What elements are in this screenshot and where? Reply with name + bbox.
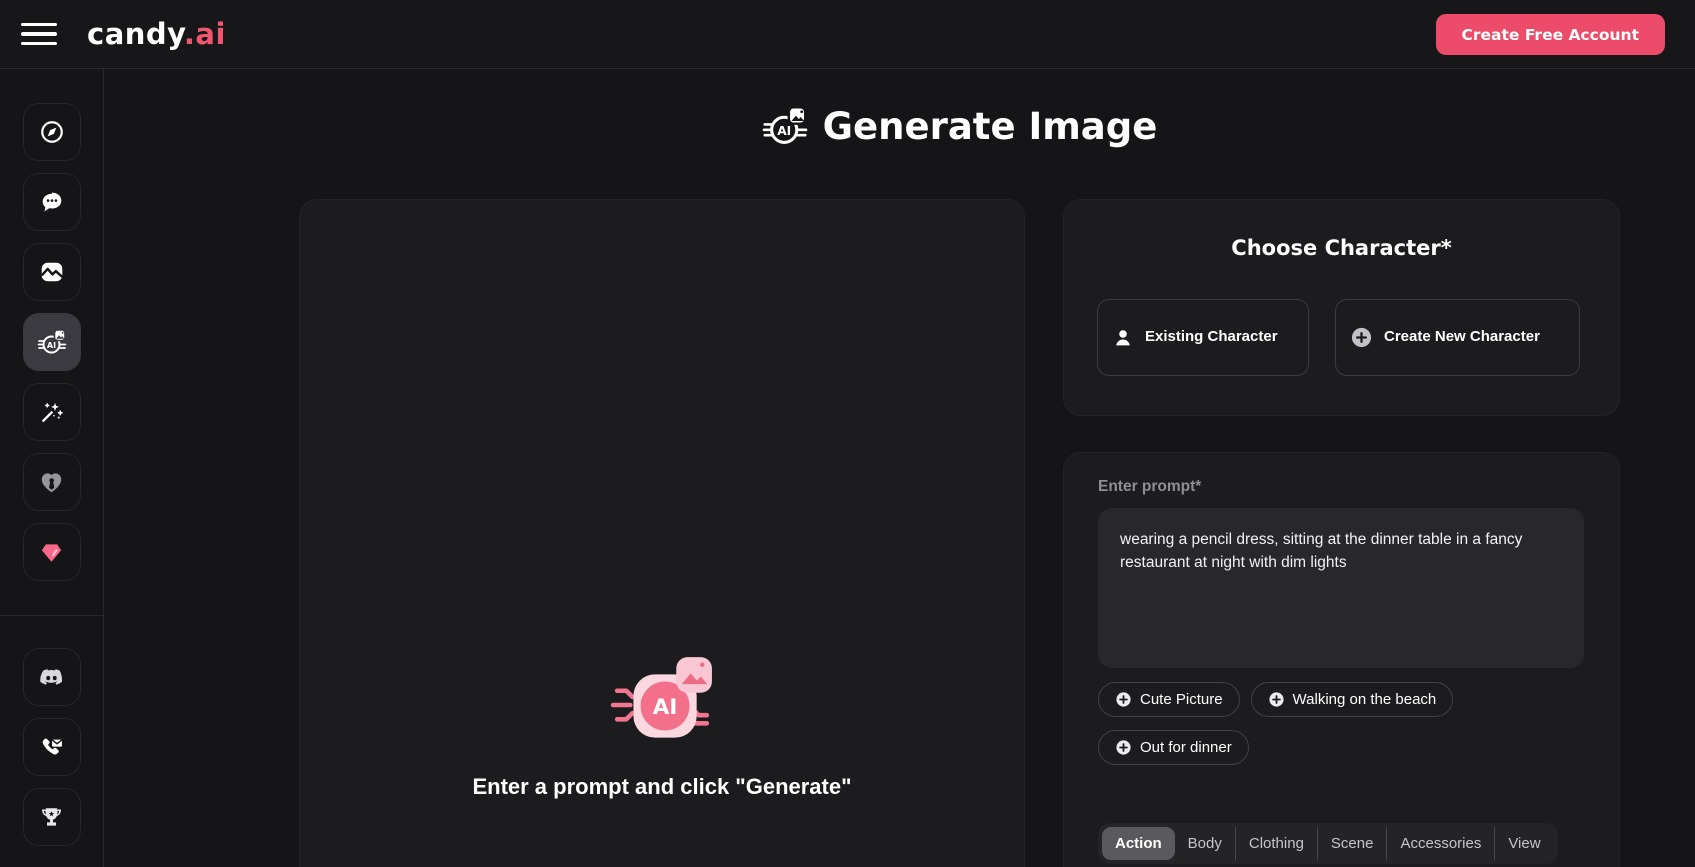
svg-text:AI: AI (777, 124, 791, 138)
menu-icon[interactable] (21, 19, 61, 49)
phone-mail-icon (42, 737, 64, 755)
plus-circle-icon (1268, 692, 1284, 707)
gallery-icon (40, 262, 63, 282)
sidebar-item-my-ai[interactable] (22, 453, 81, 511)
prompt-label: Enter prompt* (1098, 478, 1202, 495)
brand-suffix: .ai (183, 17, 226, 51)
heart-couple-icon (41, 472, 62, 492)
plus-circle-icon (1116, 740, 1131, 755)
sidebar-main-group: AI (22, 103, 81, 581)
create-free-account-button[interactable]: Create Free Account (1435, 14, 1665, 55)
suggestion-chip-cute-picture[interactable]: Cute Picture (1098, 682, 1240, 717)
page-title: Generate Image (822, 104, 1158, 148)
brand-logo[interactable]: candy.ai (87, 17, 226, 51)
brand-name: candy (87, 17, 184, 51)
choose-character-heading: Choose Character* (1231, 236, 1452, 260)
sidebar-item-discord[interactable] (22, 648, 81, 706)
create-new-character-label: Create New Character (1384, 328, 1540, 346)
sidebar-item-rewards[interactable] (22, 788, 81, 846)
tab-action[interactable]: Action (1102, 827, 1175, 860)
tab-view[interactable]: View (1494, 827, 1553, 860)
magic-wand-icon (41, 402, 63, 422)
existing-character-button[interactable]: Existing Character (1097, 299, 1309, 376)
trophy-icon (42, 807, 61, 826)
suggestion-chip-label: Walking on the beach (1292, 691, 1437, 708)
gem-icon (41, 543, 62, 562)
compass-icon (40, 121, 63, 143)
ai-image-generator-icon: AI (37, 329, 66, 354)
choose-character-card: Choose Character* Existing Character Cre… (1063, 199, 1620, 416)
sidebar-item-premium[interactable] (22, 523, 81, 581)
tab-scene[interactable]: Scene (1316, 827, 1387, 860)
sidebar-item-chat[interactable] (22, 173, 81, 231)
sidebar-item-gallery[interactable] (22, 243, 81, 301)
person-icon (1116, 329, 1130, 345)
page-title-row: AI Generate Image (299, 97, 1620, 155)
tab-clothing[interactable]: Clothing (1234, 827, 1317, 860)
sidebar-divider (0, 615, 104, 616)
ai-image-pink-icon: AI (610, 657, 712, 738)
ai-image-title-icon: AI (762, 106, 807, 144)
svg-text:AI: AI (46, 341, 55, 350)
discord-icon (40, 668, 63, 685)
suggestion-chip-label: Out for dinner (1140, 739, 1232, 756)
sidebar-item-contact[interactable] (22, 718, 81, 776)
prompt-input[interactable]: wearing a pencil dress, sitting at the d… (1098, 508, 1584, 668)
top-bar: candy.ai Create Free Account (0, 0, 1695, 69)
sidebar-footer-group (22, 648, 81, 846)
sidebar-item-explore[interactable] (22, 103, 81, 161)
prompt-suggestions-row: Cute Picture Walking on the beach Out fo… (1098, 682, 1593, 765)
sidebar-item-generate-image[interactable]: AI (22, 313, 81, 371)
preview-empty-caption: Enter a prompt and click "Generate" (472, 774, 852, 799)
chat-bubble-icon (42, 192, 61, 212)
preview-empty-state: AI Enter a prompt and click "Generate" (300, 652, 1024, 800)
tab-accessories[interactable]: Accessories (1386, 827, 1494, 860)
category-tabs: Action Body Clothing Scene Accessories V… (1098, 823, 1558, 864)
plus-circle-icon (1351, 327, 1372, 348)
sidebar: AI (0, 69, 104, 867)
tab-body[interactable]: Body (1175, 827, 1235, 860)
image-preview-panel: AI Enter a prompt and click "Generate" (299, 199, 1025, 867)
sidebar-item-magic-edit[interactable] (22, 383, 81, 441)
existing-character-label: Existing Character (1145, 328, 1278, 346)
character-buttons-row: Existing Character Create New Character (1097, 299, 1589, 376)
suggestion-chip-walking-on-the-beach[interactable]: Walking on the beach (1250, 682, 1454, 717)
suggestion-chip-out-for-dinner[interactable]: Out for dinner (1098, 730, 1249, 765)
plus-circle-icon (1116, 692, 1131, 707)
prompt-card: Enter prompt* wearing a pencil dress, si… (1063, 452, 1620, 867)
suggestion-chip-label: Cute Picture (1140, 691, 1223, 708)
create-new-character-button[interactable]: Create New Character (1335, 299, 1580, 376)
svg-text:AI: AI (653, 695, 678, 720)
